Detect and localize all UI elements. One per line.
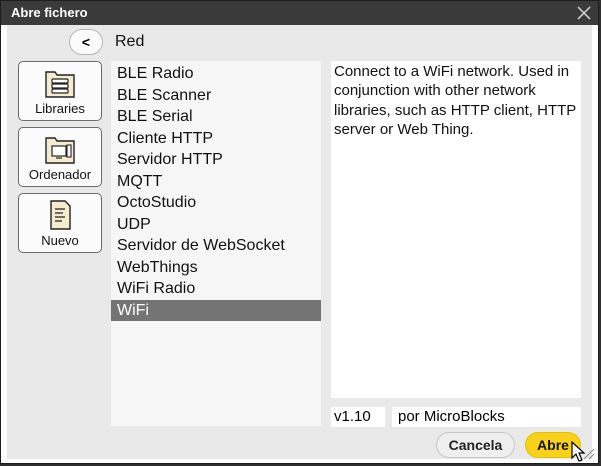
- library-list[interactable]: BLE Radio BLE Scanner BLE Serial Cliente…: [111, 61, 321, 426]
- computer-label: Ordenador: [28, 167, 92, 182]
- library-version: v1.10: [331, 407, 385, 427]
- close-icon[interactable]: [576, 5, 592, 21]
- libraries-label: Libraries: [35, 101, 85, 116]
- list-item[interactable]: BLE Radio: [111, 63, 321, 84]
- mouse-cursor-icon: [571, 441, 586, 462]
- libraries-button[interactable]: Libraries: [18, 61, 102, 121]
- list-item[interactable]: Servidor de WebSocket: [111, 235, 321, 256]
- libraries-icon: [45, 71, 75, 98]
- dialog-title: Abre fichero: [11, 5, 88, 20]
- new-file-icon: [50, 200, 71, 230]
- list-item-selected[interactable]: WiFi: [111, 300, 321, 321]
- list-item[interactable]: OctoStudio: [111, 192, 321, 213]
- list-item[interactable]: Servidor HTTP: [111, 149, 321, 170]
- list-item[interactable]: UDP: [111, 214, 321, 235]
- list-item[interactable]: BLE Scanner: [111, 85, 321, 106]
- open-file-dialog: Abre fichero < Red Libraries Ordenador N…: [0, 0, 599, 464]
- dialog-body: < Red Libraries Ordenador Nuevo BLE Radi…: [7, 25, 592, 459]
- new-button[interactable]: Nuevo: [18, 193, 102, 253]
- title-bar[interactable]: Abre fichero: [1, 1, 598, 25]
- list-item[interactable]: MQTT: [111, 171, 321, 192]
- cancel-button[interactable]: Cancela: [436, 432, 515, 458]
- list-item[interactable]: BLE Serial: [111, 106, 321, 127]
- new-label: Nuevo: [41, 233, 79, 248]
- computer-folder-icon: [45, 137, 75, 164]
- list-item[interactable]: WiFi Radio: [111, 278, 321, 299]
- computer-button[interactable]: Ordenador: [18, 127, 102, 187]
- library-description: Connect to a WiFi network. Used in conju…: [331, 61, 581, 398]
- list-item[interactable]: Cliente HTTP: [111, 128, 321, 149]
- library-author: por MicroBlocks: [392, 407, 581, 427]
- back-button[interactable]: <: [69, 29, 103, 55]
- current-folder-label: Red: [115, 33, 145, 50]
- list-item[interactable]: WebThings: [111, 257, 321, 278]
